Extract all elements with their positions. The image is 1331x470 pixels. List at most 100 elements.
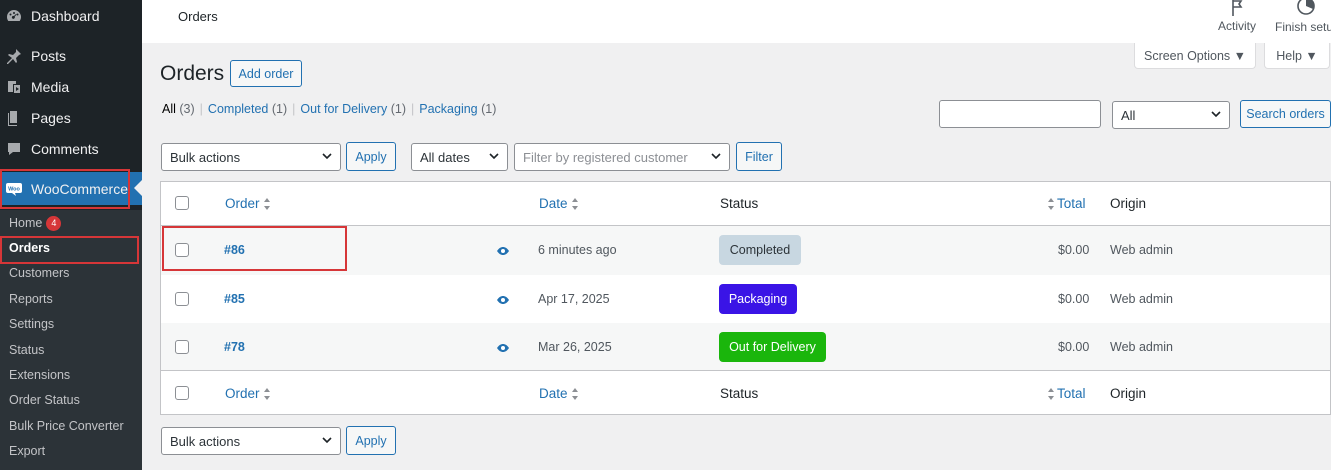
menu-media[interactable]: Media (0, 71, 142, 102)
view-all[interactable]: All (3) (162, 102, 195, 116)
search-orders-input[interactable] (939, 100, 1101, 128)
order-date: 6 minutes ago (538, 243, 617, 257)
order-date: Apr 17, 2025 (538, 292, 610, 306)
order-link[interactable]: #86 (224, 243, 245, 257)
table-row[interactable]: #78 Mar 26, 2025 Out for Delivery $0.00 … (161, 323, 1330, 371)
search-status-select[interactable]: All (1112, 101, 1230, 129)
bulk-actions-bottom-value: Bulk actions (170, 433, 241, 449)
column-total-header[interactable]: Total (1047, 196, 1086, 211)
column-date-header[interactable]: Date (539, 196, 579, 211)
column-date-label: Date (539, 196, 568, 211)
submenu-settings[interactable]: Settings (9, 317, 54, 331)
media-icon (6, 79, 22, 95)
view-completed[interactable]: Completed (208, 102, 268, 116)
submenu-reports[interactable]: Reports (9, 292, 53, 306)
apply-button-bottom[interactable]: Apply (346, 426, 396, 455)
view-completed-label: Completed (207, 102, 269, 116)
column-total-label: Total (1057, 196, 1086, 211)
submenu-customers[interactable]: Customers (9, 266, 69, 280)
menu-comments[interactable]: Comments (0, 133, 142, 164)
table-row[interactable]: #85 Apr 17, 2025 Packaging $0.00 Web adm… (161, 275, 1330, 323)
order-total: $0.00 (1058, 243, 1090, 257)
eye-icon[interactable] (496, 244, 510, 258)
order-origin: Web admin (1110, 292, 1173, 306)
breadcrumb: Orders (178, 9, 218, 24)
menu-posts[interactable]: Posts (0, 40, 142, 71)
column-total-label: Total (1057, 386, 1086, 401)
view-completed-count: (1) (271, 102, 288, 116)
dashboard-icon (6, 8, 22, 24)
column-date-header[interactable]: Date (539, 386, 579, 401)
menu-woocommerce[interactable]: Woo WooCommerce (0, 172, 142, 205)
screen-options-button[interactable]: Screen Options ▼ (1134, 43, 1256, 69)
chevron-down-icon (489, 153, 499, 160)
column-order-label: Order (225, 196, 260, 211)
order-total: $0.00 (1058, 292, 1090, 306)
row-checkbox[interactable] (175, 340, 189, 354)
pages-icon (6, 110, 22, 126)
order-origin: Web admin (1110, 243, 1173, 257)
notification-badge: 4 (46, 216, 62, 231)
column-order-label: Order (225, 386, 260, 401)
row-checkbox[interactable] (175, 292, 189, 306)
status-badge: Packaging (719, 284, 797, 314)
eye-icon[interactable] (496, 341, 510, 355)
date-filter-select[interactable]: All dates (411, 143, 508, 171)
column-total-header[interactable]: Total (1047, 386, 1086, 401)
menu-pages-label: Pages (31, 109, 71, 126)
woocommerce-header: Orders Activity Finish setu (142, 0, 1331, 43)
sort-icon (263, 388, 270, 401)
help-button[interactable]: Help ▼ (1264, 43, 1330, 69)
apply-button[interactable]: Apply (346, 142, 396, 171)
column-date-label: Date (539, 386, 568, 401)
submenu-status[interactable]: Status (9, 343, 44, 357)
status-badge: Completed (719, 235, 801, 265)
bulk-actions-value: Bulk actions (170, 149, 241, 165)
select-all-checkbox[interactable] (175, 196, 189, 210)
submenu-bulk-price-converter[interactable]: Bulk Price Converter (9, 419, 124, 433)
activity-button[interactable]: Activity (1216, 0, 1258, 33)
order-link[interactable]: #78 (224, 340, 245, 354)
menu-media-label: Media (31, 78, 70, 95)
view-all-label: All (162, 102, 176, 116)
row-checkbox[interactable] (175, 243, 189, 257)
add-order-button[interactable]: Add order (230, 60, 302, 87)
select-all-checkbox[interactable] (175, 386, 189, 400)
submenu-extensions[interactable]: Extensions (9, 368, 70, 382)
column-origin-header: Origin (1110, 386, 1147, 401)
customer-filter-select[interactable]: Filter by registered customer (514, 143, 730, 171)
eye-icon[interactable] (496, 293, 510, 307)
woocommerce-submenu: Home 4 Orders Customers Reports Settings … (0, 210, 142, 470)
column-status-header: Status (720, 386, 759, 401)
search-orders-button[interactable]: Search orders (1240, 100, 1331, 128)
menu-dashboard[interactable]: Dashboard (0, 0, 142, 31)
submenu-home-label: Home (9, 216, 43, 230)
menu-pages[interactable]: Pages (0, 102, 142, 133)
table-footer: Order Date Status Total Origin (161, 372, 1330, 414)
admin-sidebar: Dashboard Posts Media Pages Comments Woo… (0, 0, 142, 470)
finish-setup-button[interactable]: Finish setu (1275, 0, 1331, 34)
submenu-orders[interactable]: Orders (9, 241, 50, 255)
chevron-down-icon (1211, 111, 1221, 118)
order-link[interactable]: #85 (224, 292, 245, 306)
bulk-actions-select-bottom[interactable]: Bulk actions (161, 427, 341, 455)
menu-dashboard-label: Dashboard (31, 7, 100, 24)
view-out-for-delivery[interactable]: Out for Delivery (300, 102, 387, 116)
page-title: Orders (160, 62, 225, 85)
view-all-count: (3) (179, 102, 195, 116)
progress-ring-icon (1297, 0, 1315, 15)
view-out-for-delivery-count: (1) (390, 102, 406, 116)
order-date: Mar 26, 2025 (538, 340, 612, 354)
submenu-home[interactable]: Home 4 (9, 216, 62, 231)
submenu-order-status[interactable]: Order Status (9, 393, 80, 407)
menu-posts-label: Posts (31, 47, 67, 64)
column-order-header[interactable]: Order (225, 196, 271, 211)
submenu-export[interactable]: Export (9, 444, 45, 458)
column-order-header[interactable]: Order (225, 386, 271, 401)
filter-button[interactable]: Filter (736, 142, 782, 171)
date-filter-value: All dates (420, 149, 470, 165)
flag-icon (1232, 0, 1243, 16)
table-row[interactable]: #86 6 minutes ago Completed $0.00 Web ad… (161, 226, 1330, 275)
bulk-actions-select[interactable]: Bulk actions (161, 143, 341, 171)
view-packaging[interactable]: Packaging (419, 102, 477, 116)
